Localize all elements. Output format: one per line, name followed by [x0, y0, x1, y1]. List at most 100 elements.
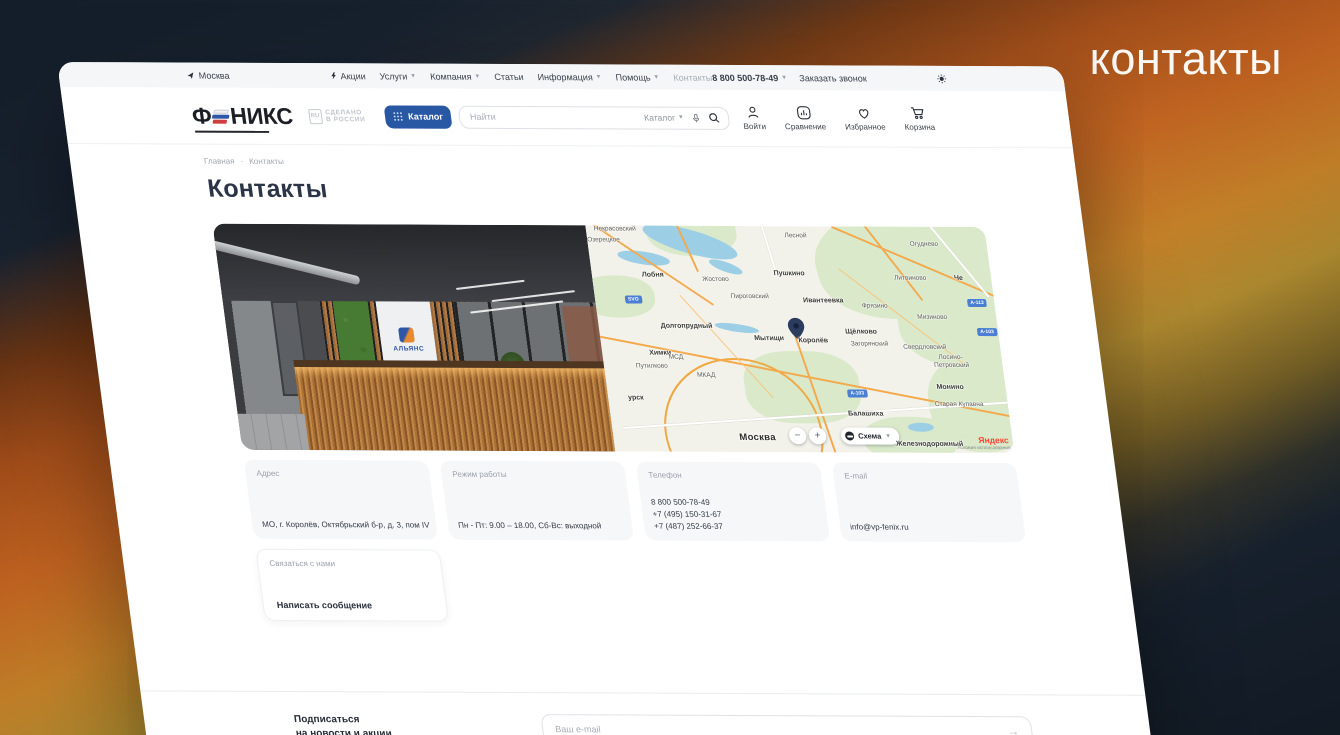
- user-action[interactable]: Войти: [741, 105, 767, 131]
- info-card: Режим работы Пн - Пт: 9.00 – 18.00, Сб-Вс…: [440, 461, 634, 541]
- menu-item-label: Помощь: [615, 72, 651, 82]
- menu-item-3[interactable]: Компания▼: [430, 71, 481, 81]
- card-label: Режим работы: [452, 470, 615, 480]
- stage: контакты Москва АкцииУслуги▼Компания▼Ста…: [0, 0, 1340, 735]
- road-badge: А-103: [847, 389, 868, 397]
- page-title: Контакты: [206, 175, 1081, 208]
- header-phone[interactable]: 8 800 500-78-49▼: [711, 72, 787, 82]
- flag-icon: [211, 108, 230, 124]
- breadcrumb: Главная · Контакты: [203, 157, 1075, 170]
- road-badge: А-113: [967, 299, 987, 307]
- map-label: Путилково: [636, 363, 669, 370]
- grid-dots-icon: [392, 111, 403, 121]
- map-label: Пироговский: [730, 293, 769, 300]
- header: Ф НИКС RU СДЕЛАНОВ РОССИИ Катало: [60, 87, 1073, 148]
- user-icon: [744, 105, 761, 120]
- cart-icon: [910, 106, 927, 121]
- menu-item-label: Контакты: [673, 72, 713, 82]
- map-label: Озерецкое: [587, 236, 621, 243]
- logo-text-right: НИКС: [229, 102, 295, 129]
- map-label: Лесной: [784, 232, 807, 239]
- background-title: контакты: [1090, 33, 1282, 85]
- city-label: Москва: [198, 70, 230, 80]
- map-label: Старая Купавна: [934, 401, 984, 408]
- reception-desk: [295, 366, 616, 451]
- chevron-down-icon: ▼: [781, 75, 788, 81]
- menu-item-label: Услуги: [379, 71, 408, 81]
- cart-action[interactable]: Корзина: [902, 106, 936, 132]
- map-label: Ивантеевка: [803, 297, 844, 304]
- microphone-icon[interactable]: [690, 112, 701, 123]
- search-input[interactable]: [469, 112, 644, 123]
- action-label: Сравнение: [784, 122, 826, 131]
- map-label: МСД: [668, 354, 683, 361]
- map-label: Лосино-Петровский: [924, 354, 978, 370]
- menu-item-label: Информация: [537, 72, 593, 82]
- city-selector[interactable]: Москва: [186, 70, 230, 80]
- map-label: Свердловский: [903, 344, 947, 351]
- info-cards: Адрес МО, г. Королёв, Октябрьский б-р, д.…: [244, 460, 1125, 543]
- map-label: Мизиново: [917, 314, 948, 321]
- lightning-icon: [329, 71, 338, 80]
- action-label: Корзина: [904, 123, 936, 132]
- card-value: МО, г. Королёв, Октябрьский б-р, д. 3, п…: [261, 519, 435, 532]
- map[interactable]: − + Схема ▼ Яндекс Условия использования…: [585, 225, 1014, 453]
- search-icon[interactable]: [707, 112, 721, 124]
- action-label: Войти: [743, 122, 767, 131]
- map-label: Литвиново: [894, 275, 927, 282]
- contact-card: Связаться с нами Написать сообщение: [255, 549, 449, 622]
- map-label: Долгопрудный: [660, 323, 713, 330]
- card-label: Адрес: [256, 469, 419, 479]
- info-card: Адрес МО, г. Королёв, Октябрьский б-р, д.…: [244, 460, 438, 540]
- menu-item-label: Акции: [340, 71, 366, 81]
- search-category-select[interactable]: Каталог▼: [643, 113, 684, 123]
- subscribe-form: →: [540, 714, 1034, 735]
- theme-toggle[interactable]: [936, 73, 947, 83]
- card-label: Телефон: [648, 471, 811, 481]
- search-bar: Каталог▼: [457, 105, 730, 129]
- main-menu: АкцииУслуги▼Компания▼СтатьиИнформация▼По…: [329, 71, 713, 83]
- yandex-logo[interactable]: Яндекс: [978, 435, 1010, 445]
- chevron-down-icon: ▼: [653, 74, 660, 80]
- logo[interactable]: Ф НИКС: [190, 102, 294, 129]
- write-message-button[interactable]: Написать сообщение: [276, 600, 372, 610]
- map-label: Загорянский: [850, 340, 888, 347]
- menu-item-7[interactable]: Контакты: [673, 72, 713, 82]
- map-layers-button[interactable]: Схема ▼: [840, 427, 900, 444]
- subscribe-email-input[interactable]: [555, 724, 1008, 735]
- map-label: Огуднево: [909, 241, 938, 248]
- map-label: Жостово: [702, 276, 729, 283]
- card-value: 8 800 500-78-49+7 (495) 150-31-67+7 (487…: [650, 497, 827, 534]
- action-label: Избранное: [845, 122, 887, 131]
- catalog-button[interactable]: Каталог: [383, 105, 452, 128]
- map-label: Лобня: [641, 272, 664, 279]
- map-label: Щёлково: [845, 328, 878, 335]
- made-in-russia-icon: RU: [308, 109, 323, 124]
- card-label: E-mail: [844, 471, 1007, 481]
- map-label: Москва: [739, 432, 777, 443]
- map-label: Королёв: [798, 337, 829, 344]
- map-terms-link[interactable]: Условия использования: [957, 446, 1011, 451]
- content: Главная · Контакты Контакты АЛЬЯНС: [69, 156, 1136, 625]
- road-badge: А-103: [977, 328, 998, 336]
- breadcrumb-home[interactable]: Главная: [203, 157, 235, 166]
- map-label: урск: [628, 394, 644, 401]
- menu-item-5[interactable]: Информация▼: [537, 72, 602, 82]
- subscribe-submit-arrow[interactable]: →: [1006, 724, 1020, 735]
- menu-item-4[interactable]: Статьи: [494, 71, 524, 81]
- footer: Подписаться на новости и акции →: [140, 690, 1152, 735]
- card-value: Пн - Пт: 9.00 – 18.00, Сб-Вс: выходной: [457, 520, 631, 533]
- site-page: Москва АкцииУслуги▼Компания▼СтатьиИнформ…: [57, 62, 1156, 735]
- map-label: Фрязино: [861, 303, 888, 310]
- made-in-russia-badge: RU СДЕЛАНОВ РОССИИ: [308, 109, 366, 124]
- menu-item-1[interactable]: Акции: [329, 71, 366, 81]
- menu-item-2[interactable]: Услуги▼: [379, 71, 417, 81]
- compare-action[interactable]: Сравнение: [782, 105, 827, 131]
- made-in-russia-text: СДЕЛАНОВ РОССИИ: [325, 109, 366, 124]
- callback-link[interactable]: Заказать звонок: [799, 73, 868, 83]
- breadcrumb-separator: ·: [240, 157, 244, 166]
- heart-action[interactable]: Избранное: [842, 105, 886, 131]
- menu-item-label: Статьи: [494, 71, 524, 81]
- menu-item-6[interactable]: Помощь▼: [615, 72, 660, 82]
- phone-group: 8 800 500-78-49▼ Заказать звонок: [711, 72, 867, 83]
